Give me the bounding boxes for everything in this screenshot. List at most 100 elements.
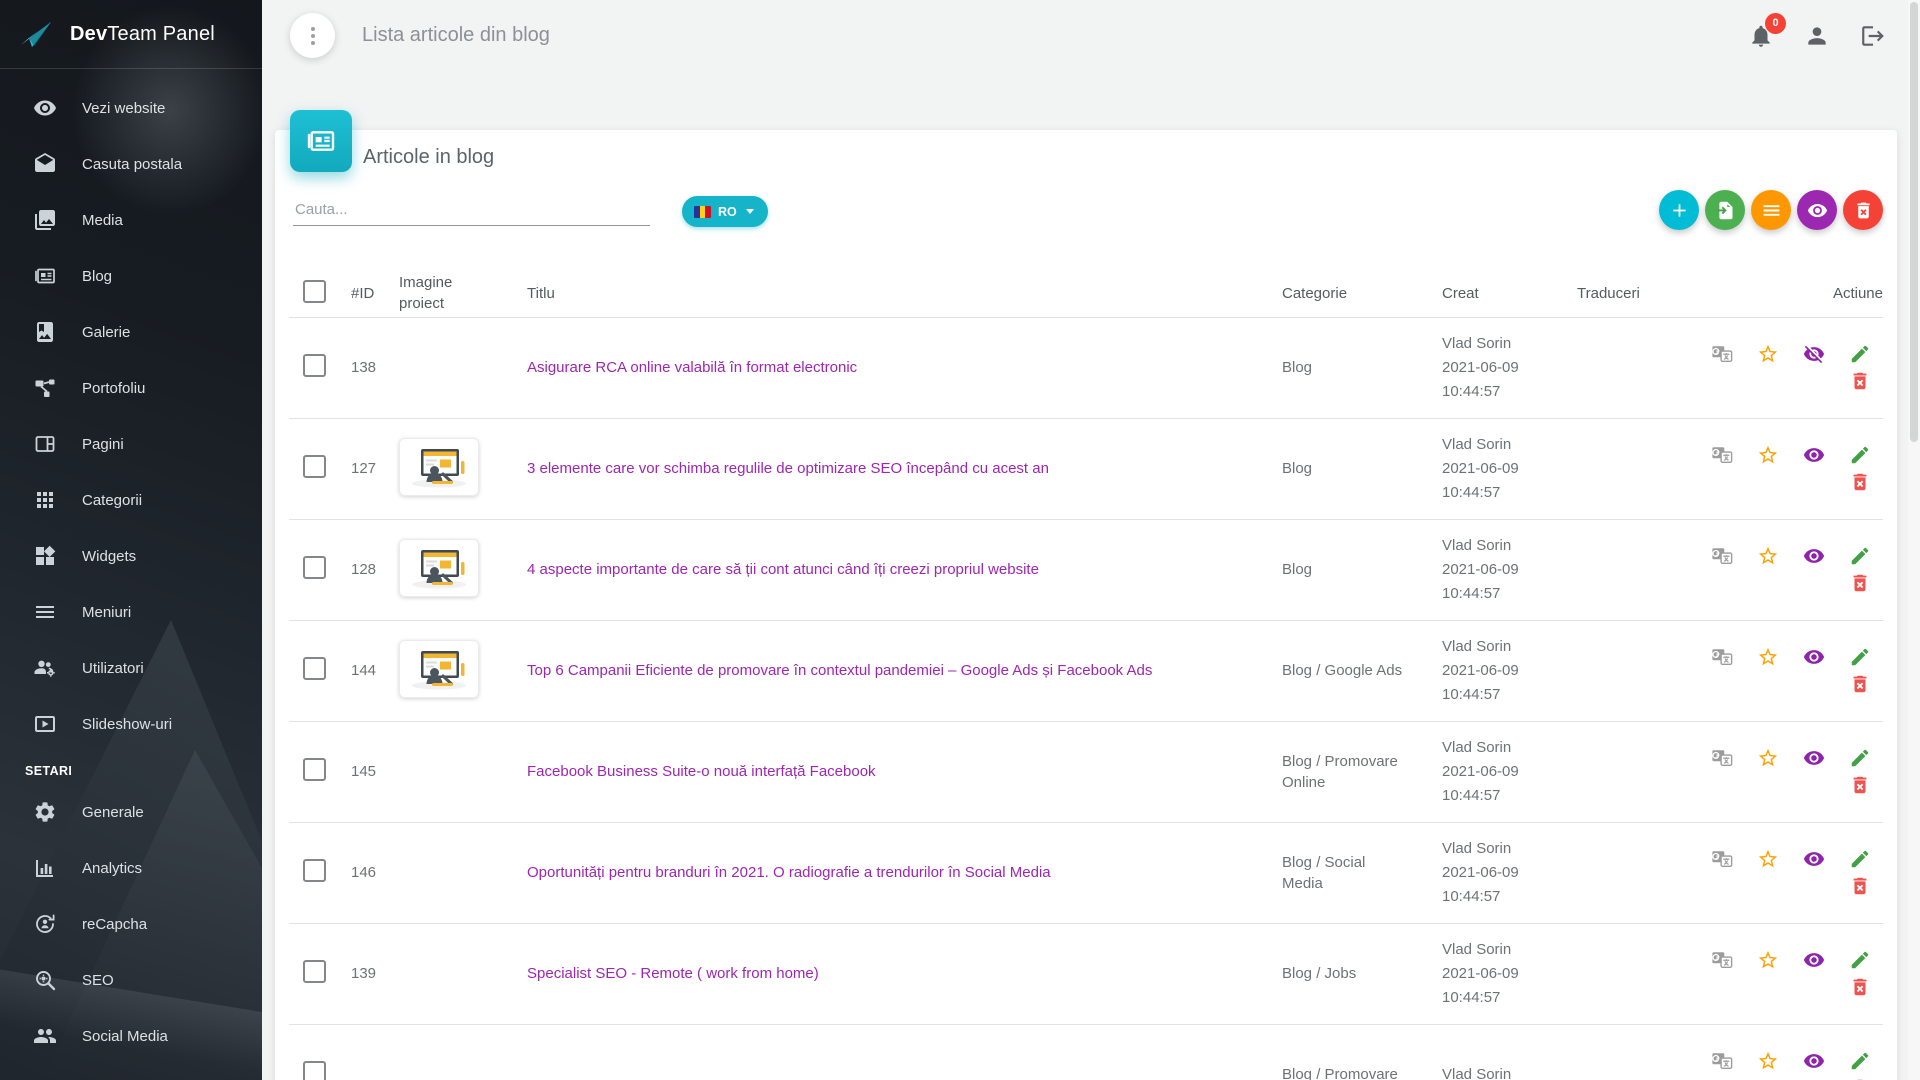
row-title-link[interactable]: Specialist SEO - Remote ( work from home…: [527, 963, 849, 984]
edit-pencil-icon[interactable]: [1849, 747, 1871, 769]
row-date: 2021-06-09: [1442, 558, 1563, 582]
widgets-icon: [33, 544, 57, 568]
sidebar-item-recapcha[interactable]: reCapcha: [0, 896, 262, 952]
seo-icon: [33, 968, 57, 992]
search-input[interactable]: [293, 196, 650, 226]
favorite-star-icon[interactable]: [1757, 444, 1779, 466]
row-checkbox[interactable]: [303, 758, 326, 781]
favorite-star-icon[interactable]: [1757, 545, 1779, 567]
row-checkbox[interactable]: [303, 859, 326, 882]
translate-icon[interactable]: [1711, 545, 1733, 567]
sidebar-item-meniuri[interactable]: Meniuri: [0, 584, 262, 640]
edit-pencil-icon[interactable]: [1849, 1050, 1871, 1072]
row-title-link[interactable]: 4 aspecte importante de care să ții cont…: [527, 559, 1069, 580]
delete-trash-icon[interactable]: [1849, 572, 1871, 594]
row-title-link[interactable]: Top 6 Campanii Eficiente de promovare în…: [527, 660, 1182, 681]
row-checkbox[interactable]: [303, 960, 326, 983]
row-title-link[interactable]: Asigurare RCA online valabilă în format …: [527, 357, 887, 378]
translate-icon[interactable]: [1711, 444, 1733, 466]
row-author: Vlad Sorin: [1442, 736, 1563, 760]
table-row: 128 4 aspecte importante de care să ții …: [289, 519, 1883, 620]
sidebar-item-media[interactable]: Media: [0, 192, 262, 248]
edit-pencil-icon[interactable]: [1849, 444, 1871, 466]
sidebar-item-seo[interactable]: SEO: [0, 952, 262, 1008]
delete-trash-icon[interactable]: [1849, 673, 1871, 695]
favorite-star-icon[interactable]: [1757, 343, 1779, 365]
translate-icon[interactable]: [1711, 848, 1733, 870]
edit-pencil-icon[interactable]: [1849, 949, 1871, 971]
sidebar-item-casuta-postala[interactable]: Casuta postala: [0, 136, 262, 192]
visibility-icon[interactable]: [1803, 444, 1825, 466]
favorite-star-icon[interactable]: [1757, 949, 1779, 971]
recaptcha-icon: [33, 912, 57, 936]
row-checkbox[interactable]: [303, 354, 326, 377]
favorite-star-icon[interactable]: [1757, 747, 1779, 769]
row-title-link[interactable]: Facebook Business Suite-o nouă interfață…: [527, 761, 906, 782]
row-checkbox[interactable]: [303, 556, 326, 579]
row-checkbox[interactable]: [303, 455, 326, 478]
visibility-icon[interactable]: [1803, 848, 1825, 870]
select-all-checkbox[interactable]: [303, 280, 326, 303]
favorite-star-icon[interactable]: [1757, 1050, 1779, 1072]
user-profile-icon[interactable]: [1804, 23, 1830, 49]
sidebar-item-galerie[interactable]: Galerie: [0, 304, 262, 360]
sidebar-item-utilizatori[interactable]: Utilizatori: [0, 640, 262, 696]
row-actions: [1697, 646, 1883, 695]
translate-icon[interactable]: [1711, 646, 1733, 668]
sidebar-item-slideshow-uri[interactable]: Slideshow-uri: [0, 696, 262, 752]
edit-pencil-icon[interactable]: [1849, 646, 1871, 668]
visibility-icon[interactable]: [1803, 646, 1825, 668]
row-category: Blog / Promovare Online: [1268, 721, 1428, 822]
edit-pencil-icon[interactable]: [1849, 343, 1871, 365]
delete-trash-icon[interactable]: [1849, 875, 1871, 897]
newspaper-icon: [33, 264, 57, 288]
notifications-bell-icon[interactable]: 0: [1748, 23, 1774, 49]
visibility-icon[interactable]: [1803, 747, 1825, 769]
edit-pencil-icon[interactable]: [1849, 545, 1871, 567]
kebab-menu-button[interactable]: [290, 13, 335, 58]
translate-icon[interactable]: [1711, 1050, 1733, 1072]
sidebar-item-widgets[interactable]: Widgets: [0, 528, 262, 584]
favorite-star-icon[interactable]: [1757, 646, 1779, 668]
sidebar-item-blog[interactable]: Blog: [0, 248, 262, 304]
translate-icon[interactable]: [1711, 949, 1733, 971]
language-dropdown[interactable]: RO: [682, 196, 768, 227]
delete-trash-icon[interactable]: [1849, 774, 1871, 796]
translate-icon[interactable]: [1711, 747, 1733, 769]
scrollbar-thumb[interactable]: [1910, 2, 1918, 442]
delete-trash-icon[interactable]: [1849, 370, 1871, 392]
table-row: 145 Facebook Business Suite-o nouă inter…: [289, 721, 1883, 822]
sidebar-item-generale[interactable]: Generale: [0, 784, 262, 840]
row-title-link[interactable]: Oportunități pentru branduri în 2021. O …: [527, 862, 1081, 883]
visibility-icon[interactable]: [1803, 545, 1825, 567]
logout-icon[interactable]: [1860, 23, 1886, 49]
sidebar-item-label: Meniuri: [82, 604, 131, 621]
page-scrollbar[interactable]: [1908, 0, 1920, 1080]
hamburger-icon: [33, 600, 57, 624]
translate-icon[interactable]: [1711, 343, 1733, 365]
delete-trash-icon[interactable]: [1849, 976, 1871, 998]
visibility-off-icon[interactable]: [1803, 343, 1825, 365]
header-translations: Traduceri: [1563, 270, 1683, 317]
sidebar-item-social-media[interactable]: Social Media: [0, 1008, 262, 1064]
toolbar-delete-button[interactable]: [1843, 190, 1883, 230]
row-checkbox[interactable]: [303, 657, 326, 680]
toolbar-add-button[interactable]: [1659, 190, 1699, 230]
delete-trash-icon[interactable]: [1849, 471, 1871, 493]
edit-pencil-icon[interactable]: [1849, 848, 1871, 870]
sidebar-item-vezi-website[interactable]: Vezi website: [0, 80, 262, 136]
toolbar-list-button[interactable]: [1751, 190, 1791, 230]
row-date: 2021-06-09: [1442, 356, 1563, 380]
visibility-icon[interactable]: [1803, 1050, 1825, 1072]
row-checkbox[interactable]: [303, 1061, 326, 1080]
row-title-link[interactable]: 3 elemente care vor schimba regulile de …: [527, 458, 1079, 479]
toolbar-import-button[interactable]: [1705, 190, 1745, 230]
sidebar-item-analytics[interactable]: Analytics: [0, 840, 262, 896]
sidebar-item-label: Generale: [82, 804, 144, 821]
favorite-star-icon[interactable]: [1757, 848, 1779, 870]
toolbar-preview-button[interactable]: [1797, 190, 1837, 230]
sidebar-item-pagini[interactable]: Pagini: [0, 416, 262, 472]
sidebar-item-categorii[interactable]: Categorii: [0, 472, 262, 528]
visibility-icon[interactable]: [1803, 949, 1825, 971]
sidebar-item-portofoliu[interactable]: Portofoliu: [0, 360, 262, 416]
